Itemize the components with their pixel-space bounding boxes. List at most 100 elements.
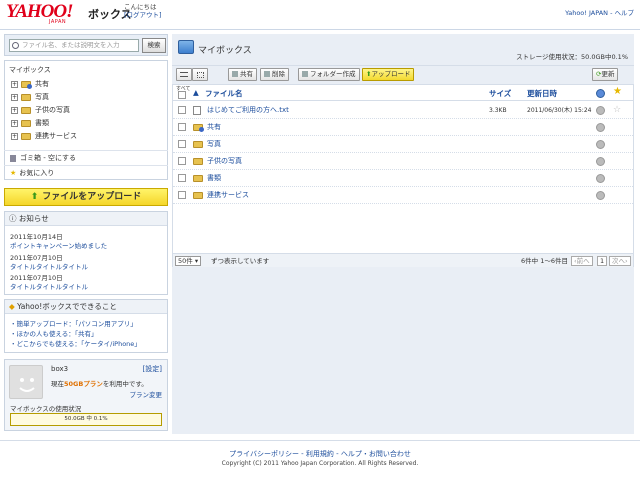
refresh-button[interactable]: ⟳更新 [592,68,619,81]
table-row[interactable]: 連携サービス [173,187,633,204]
file-name[interactable]: 子供の写真 [207,153,242,170]
per-page-select[interactable]: 50件 ▾ [175,256,202,266]
search-input[interactable]: ファイル名、または説明文を入力 [9,39,139,52]
table-row[interactable]: 子供の写真 [173,153,633,170]
info-icon: ⓘ [9,214,19,223]
grid-view-button[interactable] [192,68,208,81]
file-name[interactable]: 写真 [207,136,221,153]
share-status-icon[interactable] [596,174,605,183]
expand-icon[interactable]: + [11,80,18,88]
share-status-icon[interactable] [596,157,605,166]
logout-link[interactable]: [ログアウト] [124,11,162,19]
page-number[interactable]: 1 [597,256,608,266]
column-name[interactable]: ファイル名 [205,88,243,99]
file-list: すべて ▲ ファイル名 サイズ 更新日時 ★ はじめてご利用の方へ.txt 3.3… [172,84,634,267]
settings-link[interactable]: [設定] [143,364,162,374]
file-name[interactable]: はじめてご利用の方へ.txt [207,102,289,119]
table-row[interactable]: はじめてご利用の方へ.txt 3.3KB 2011/06/30(木) 15:24 ☆ [173,102,633,119]
news-title: ⓘ お知らせ [5,212,167,226]
feature-link[interactable]: ・簡単アップロード：「パソコン用アプリ」 [10,318,137,328]
search-button[interactable]: 検索 [142,38,166,53]
file-type-icon [193,174,207,183]
news-title-text: お知らせ [18,214,49,223]
share-button[interactable]: 共有 [228,68,257,81]
tree-item-shared[interactable]: + 共有 [11,79,49,90]
row-checkbox[interactable] [178,123,186,131]
refresh-label: 更新 [601,70,615,78]
row-checkbox[interactable] [178,140,186,148]
delete-label: 削除 [272,70,285,78]
tree-item-documents[interactable]: + 書類 [11,118,49,129]
sort-icon[interactable]: ▲ [193,88,199,97]
table-row[interactable]: 共有 [173,119,633,136]
row-checkbox[interactable] [178,106,186,114]
folder-icon [193,140,203,148]
feature-link[interactable]: ・ほかの人も使える：「共有」 [10,328,98,338]
folder-icon [21,106,31,114]
expand-icon[interactable]: + [11,132,18,140]
favorite-column-icon: ★ [613,86,622,97]
delete-button[interactable]: 削除 [260,68,289,81]
tree-item-services[interactable]: + 連携サービス [11,131,77,142]
prev-button[interactable]: ‹前へ [571,256,593,266]
select-all-checkbox[interactable] [178,91,186,99]
search-panel: ファイル名、または説明文を入力 検索 [4,34,168,56]
upload-button[interactable]: ⬆アップロード [362,68,415,81]
footer: プライバシーポリシー - 利用規約 - ヘルプ・お問い合わせ Copyright… [0,440,640,504]
news-link[interactable]: タイトルタイトルタイトル [10,281,88,291]
list-view-button[interactable] [176,68,192,81]
footer-links[interactable]: プライバシーポリシー - 利用規約 - ヘルプ・お問い合わせ [0,449,640,459]
share-status-icon[interactable] [596,140,605,149]
plan-change-link[interactable]: プラン変更 [130,389,163,399]
tree-item-label: 連携サービス [35,132,77,140]
row-checkbox[interactable] [178,174,186,182]
news-link[interactable]: タイトルタイトルタイトル [10,261,88,271]
file-name[interactable]: 連携サービス [207,187,249,204]
column-date[interactable]: 更新日時 [527,88,557,99]
greeting-text: こんにちは [124,3,157,11]
header-links[interactable]: Yahoo! JAPAN - ヘルプ [565,7,634,17]
folder-icon [193,191,203,199]
plan-name: 50GBプラン [64,380,103,388]
feature-link[interactable]: ・どこからでも使える：「ケータイ/iPhone」 [10,338,141,348]
share-status-icon[interactable] [596,106,605,115]
table-row[interactable]: 書類 [173,170,633,187]
plan-prefix: 現在 [51,380,64,388]
trash-link[interactable]: ゴミ箱 - 空にする [4,150,168,165]
table-row[interactable]: 写真 [173,136,633,153]
chevron-right-icon: › [625,257,628,265]
favorite-star-icon[interactable]: ☆ [613,105,621,115]
usage-label: マイボックスの使用状況 [10,405,82,413]
greeting: こんにちは [ログアウト] [124,3,162,19]
row-checkbox[interactable] [178,191,186,199]
file-type-icon [193,191,207,200]
expand-icon[interactable]: + [11,106,18,114]
folder-icon [193,157,203,165]
file-date: 2011/06/30(木) 15:24 [527,107,592,114]
share-status-icon[interactable] [596,123,605,132]
new-folder-button[interactable]: フォルダー作成 [298,68,360,81]
tree-item-photos[interactable]: + 写真 [11,92,49,103]
per-page-text: ずつ表示しています [211,257,270,265]
tree-title[interactable]: マイボックス [9,65,51,75]
folder-plus-icon [302,71,308,77]
favorites-link[interactable]: ★ お気に入り [4,165,168,180]
row-checkbox[interactable] [178,157,186,165]
expand-icon[interactable]: + [11,119,18,127]
file-name[interactable]: 共有 [207,119,221,136]
file-name[interactable]: 書類 [207,170,221,187]
next-button[interactable]: 次へ› [609,256,631,266]
tree-item-kids-photos[interactable]: + 子供の写真 [11,105,70,116]
features-title-text: Yahoo!ボックスでできること [17,302,117,311]
features-panel: ◆ Yahoo!ボックスでできること ・簡単アップロード：「パソコン用アプリ」 … [4,299,168,353]
pager: 50件 ▾ ずつ表示しています 6件中 1〜6件目 ‹前へ 1 次へ› [173,253,633,267]
news-link[interactable]: ポイントキャンペーン始めました [10,240,107,250]
upload-arrow-icon: ⬆ [30,192,39,202]
share-status-icon[interactable] [596,191,605,200]
file-type-icon [193,106,201,118]
plan-text: 現在50GBプランを利用中です。 [51,378,148,388]
plan-suffix: を利用中です。 [102,380,148,388]
expand-icon[interactable]: + [11,93,18,101]
column-size[interactable]: サイズ [489,88,511,99]
upload-file-button[interactable]: ⬆ ファイルをアップロード [4,188,168,206]
